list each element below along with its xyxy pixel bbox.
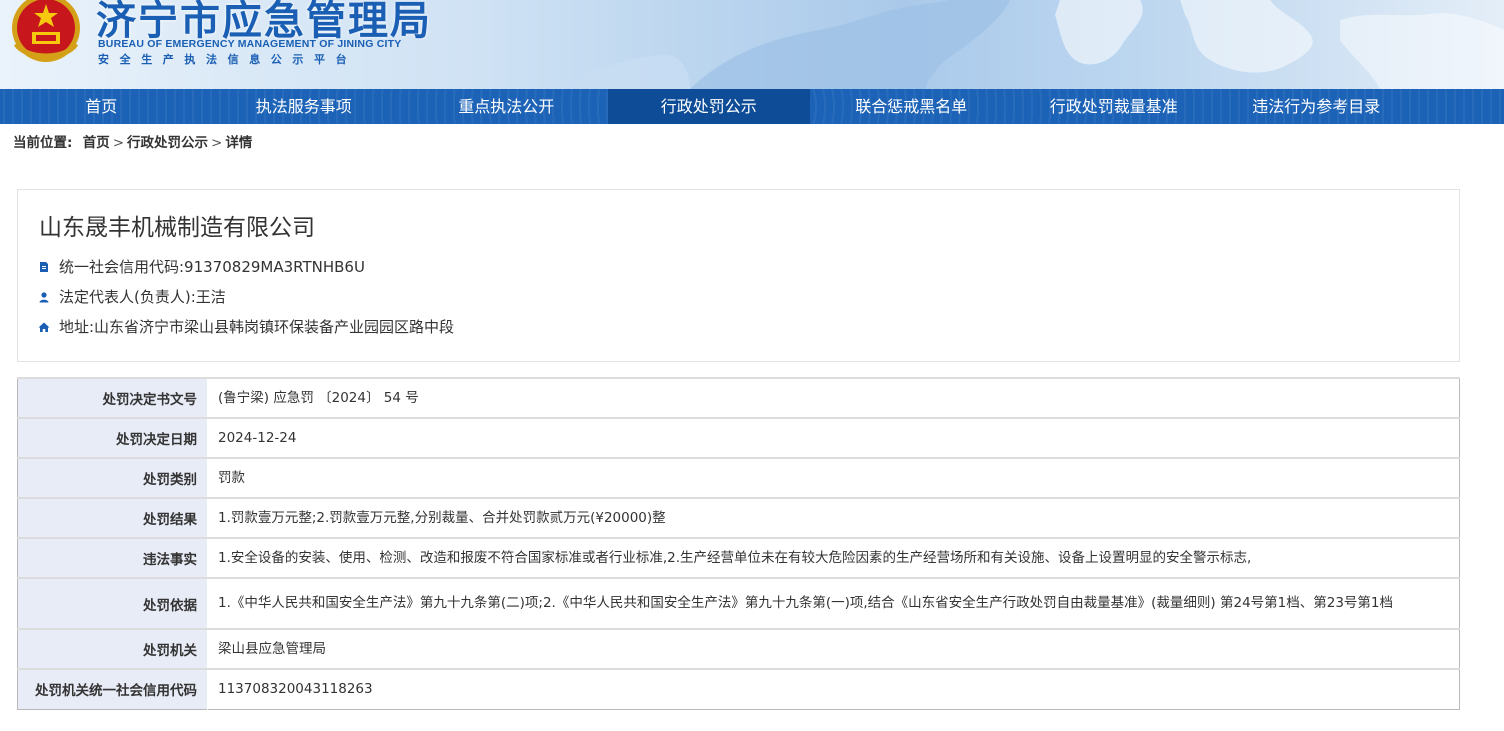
nav-item-blacklist[interactable]: 联合惩戒黑名单 [810, 89, 1013, 124]
legal-rep-row: 法定代表人(负责人):王洁 [38, 286, 226, 307]
nav-item-home[interactable]: 首页 [0, 89, 203, 124]
table-row: 处罚决定日期 2024-12-24 [17, 418, 1460, 459]
address-text: 地址:山东省济宁市梁山县韩岗镇环保装备产业园园区路中段 [59, 318, 455, 336]
document-icon [40, 261, 48, 272]
table-row: 处罚结果 1.罚款壹万元整;2.罚款壹万元整,分别裁量、合并处罚款贰万元(¥20… [17, 498, 1460, 539]
table-row: 处罚机关统一社会信用代码 113708320043118263 [17, 669, 1460, 709]
row-label: 处罚依据 [17, 578, 208, 630]
breadcrumb-current: 详情 [225, 135, 253, 151]
row-label: 处罚机关统一社会信用代码 [17, 669, 208, 709]
row-value: 1.安全设备的安装、使用、检测、改造和报废不符合国家标准或者行业标准,2.生产经… [207, 538, 1460, 579]
nav-item-penalty-disclosure[interactable]: 行政处罚公示 [607, 89, 810, 124]
penalty-detail-table: 处罚决定书文号 (鲁宁梁) 应急罚 〔2024〕 54 号 处罚决定日期 202… [17, 377, 1460, 710]
breadcrumb-separator: > [211, 135, 223, 151]
breadcrumb-link-home[interactable]: 首页 [83, 135, 110, 151]
main-nav: 首页 执法服务事项 重点执法公开 行政处罚公示 联合惩戒黑名单 行政处罚裁量基准… [0, 89, 1504, 124]
row-value: 2024-12-24 [207, 418, 1460, 459]
credit-code-row: 统一社会信用代码:91370829MA3RTNHB6U [38, 256, 365, 277]
breadcrumb-link-penalty[interactable]: 行政处罚公示 [127, 135, 208, 151]
table-row: 处罚决定书文号 (鲁宁梁) 应急罚 〔2024〕 54 号 [17, 377, 1460, 419]
row-label: 处罚结果 [17, 498, 208, 539]
row-value: 梁山县应急管理局 [207, 629, 1460, 670]
row-label: 处罚机关 [17, 629, 208, 670]
breadcrumb-prefix: 当前位置: [13, 135, 73, 151]
row-value: 1.罚款壹万元整;2.罚款壹万元整,分别裁量、合并处罚款贰万元(¥20000)整 [207, 498, 1460, 539]
table-row: 处罚机关 梁山县应急管理局 [17, 629, 1460, 670]
credit-code-text: 统一社会信用代码:91370829MA3RTNHB6U [59, 258, 365, 276]
row-label: 处罚决定日期 [17, 418, 208, 459]
site-header: 济宁市应急管理局 BUREAU OF EMERGENCY MANAGEMENT … [0, 0, 1504, 89]
row-value: 1.《中华人民共和国安全生产法》第九十九条第(二)项;2.《中华人民共和国安全生… [207, 578, 1460, 630]
nav-item-key-enforcement[interactable]: 重点执法公开 [405, 89, 608, 124]
breadcrumb-separator: > [112, 135, 125, 151]
nav-item-enforcement-services[interactable]: 执法服务事项 [203, 89, 406, 124]
table-row: 处罚类别 罚款 [17, 458, 1460, 499]
row-label: 违法事实 [17, 538, 208, 579]
company-name: 山东晟丰机械制造有限公司 [39, 215, 315, 241]
site-subtitle-chinese: 安全生产执法信息公示平台 [98, 53, 358, 66]
row-value: 罚款 [207, 458, 1460, 499]
address-row: 地址:山东省济宁市梁山县韩岗镇环保装备产业园园区路中段 [38, 316, 454, 337]
row-label: 处罚类别 [17, 458, 208, 499]
site-subtitle-english: BUREAU OF EMERGENCY MANAGEMENT OF JINING… [98, 38, 402, 50]
legal-rep-text: 法定代表人(负责人):王洁 [59, 288, 226, 306]
nav-item-penalty-benchmark[interactable]: 行政处罚裁量基准 [1013, 89, 1216, 124]
row-value: 113708320043118263 [207, 669, 1460, 709]
person-icon [39, 291, 49, 302]
row-label: 处罚决定书文号 [17, 377, 208, 419]
breadcrumb: 当前位置: 首页 > 行政处罚公示 > 详情 [0, 124, 1504, 163]
home-icon [38, 322, 50, 332]
nav-item-violation-catalog[interactable]: 违法行为参考目录 [1215, 89, 1418, 124]
company-info-card: 山东晟丰机械制造有限公司 统一社会信用代码:91370829MA3RTNHB6U… [17, 189, 1460, 362]
table-row: 处罚依据 1.《中华人民共和国安全生产法》第九十九条第(二)项;2.《中华人民共… [17, 578, 1460, 630]
table-row: 违法事实 1.安全设备的安装、使用、检测、改造和报废不符合国家标准或者行业标准,… [17, 538, 1460, 579]
national-emblem-icon [12, 0, 80, 62]
row-value: (鲁宁梁) 应急罚 〔2024〕 54 号 [207, 377, 1460, 419]
